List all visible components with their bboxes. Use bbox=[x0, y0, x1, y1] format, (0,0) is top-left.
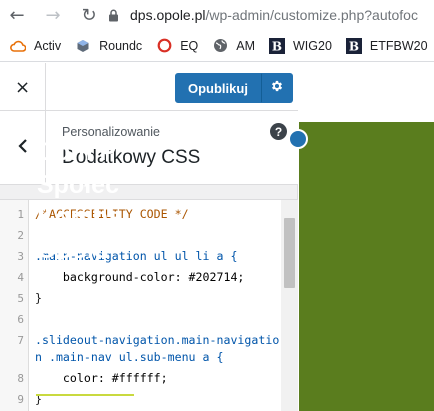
bookmark-activ[interactable]: Activ bbox=[10, 38, 61, 54]
bookmark-wig20[interactable]: B WIG20 bbox=[269, 37, 332, 54]
line-number: 4 bbox=[17, 271, 24, 284]
hero-title: Dom P Społec Komba Opolu bbox=[37, 136, 237, 266]
back-arrow-icon[interactable]: ← bbox=[6, 4, 28, 26]
close-customizer-button[interactable]: × bbox=[0, 63, 46, 111]
cloud-icon bbox=[10, 38, 26, 54]
publish-button[interactable]: Opublikuj bbox=[175, 73, 261, 103]
url-host: dps.opole.pl bbox=[130, 7, 206, 23]
cube-icon bbox=[75, 38, 91, 54]
code-text: .slideout-navigation.main-navigation .ma… bbox=[35, 333, 280, 364]
url-path: /wp-admin/customize.php?autofoc bbox=[205, 7, 418, 23]
site-preview bbox=[299, 63, 434, 411]
code-line[interactable]: 6 bbox=[17, 309, 281, 330]
edit-shortcut-icon[interactable] bbox=[288, 129, 308, 149]
ring-icon bbox=[156, 38, 172, 54]
forward-arrow-icon[interactable]: → bbox=[42, 4, 64, 26]
bookmark-label: Roundc bbox=[99, 38, 143, 53]
code-line[interactable]: 8 color: #ffffff; bbox=[17, 368, 281, 389]
hero-title-line: Dom P bbox=[37, 138, 117, 166]
gear-icon bbox=[270, 79, 284, 98]
hero-banner bbox=[299, 122, 434, 411]
hero-title-line: Opolu bbox=[37, 235, 110, 264]
code-text: } bbox=[35, 291, 42, 305]
hero-divider bbox=[36, 394, 134, 396]
help-icon[interactable]: ? bbox=[270, 123, 287, 140]
globe-icon bbox=[212, 38, 228, 54]
line-number: 5 bbox=[17, 292, 24, 305]
code-text: background-color: #202714; bbox=[35, 270, 245, 284]
line-number: 3 bbox=[17, 250, 24, 263]
line-number: 2 bbox=[17, 229, 24, 242]
line-number: 8 bbox=[17, 372, 24, 385]
hero-title-line: Komba bbox=[37, 203, 122, 231]
line-number: 7 bbox=[17, 334, 24, 347]
bookmark-eq[interactable]: EQ bbox=[156, 38, 198, 54]
bookmark-label: AM bbox=[236, 38, 255, 53]
code-line[interactable]: 5} bbox=[17, 288, 281, 309]
bookmark-etfbw20[interactable]: B ETFBW20 bbox=[345, 37, 428, 54]
chevron-left-icon bbox=[17, 138, 28, 159]
bookmark-label: Activ bbox=[34, 38, 62, 53]
line-number: 1 bbox=[17, 208, 24, 221]
browser-toolbar: ← → ↻ dps.opole.pl/wp-admin/customize.ph… bbox=[0, 0, 434, 30]
hero-title-line: Społec bbox=[37, 170, 119, 199]
svg-text:B: B bbox=[349, 39, 359, 53]
bookmark-roundc[interactable]: Roundc bbox=[75, 38, 142, 54]
bookmark-label: EQ bbox=[180, 38, 199, 53]
code-line[interactable]: 4 background-color: #202714; bbox=[17, 267, 281, 288]
code-line[interactable]: 7 .slideout-navigation.main-navigation .m… bbox=[17, 330, 281, 368]
address-bar[interactable]: dps.opole.pl/wp-admin/customize.php?auto… bbox=[108, 2, 418, 28]
b-logo-icon: B bbox=[269, 37, 285, 54]
code-text: color: #ffffff; bbox=[35, 371, 168, 385]
bookmark-am[interactable]: AM bbox=[212, 38, 255, 54]
bookmark-label: ETFBW20 bbox=[369, 38, 428, 53]
publish-group: Opublikuj bbox=[175, 73, 293, 103]
reload-icon[interactable]: ↻ bbox=[78, 4, 100, 26]
line-number: 9 bbox=[17, 393, 24, 406]
line-number: 6 bbox=[17, 313, 24, 326]
b-logo-icon: B bbox=[345, 37, 362, 54]
publish-settings-button[interactable] bbox=[260, 73, 293, 103]
bookmark-label: WIG20 bbox=[293, 38, 332, 53]
editor-scrollbar-thumb[interactable] bbox=[284, 218, 295, 288]
svg-text:B: B bbox=[272, 39, 282, 53]
customizer-header: × Opublikuj bbox=[0, 63, 298, 111]
code-line[interactable]: 9} bbox=[17, 389, 281, 410]
lock-icon bbox=[108, 9, 124, 22]
preview-header bbox=[299, 63, 434, 122]
bookmarks-bar: Activ Roundc EQ AM B WIG20 B ETFBW20 bbox=[0, 30, 434, 62]
